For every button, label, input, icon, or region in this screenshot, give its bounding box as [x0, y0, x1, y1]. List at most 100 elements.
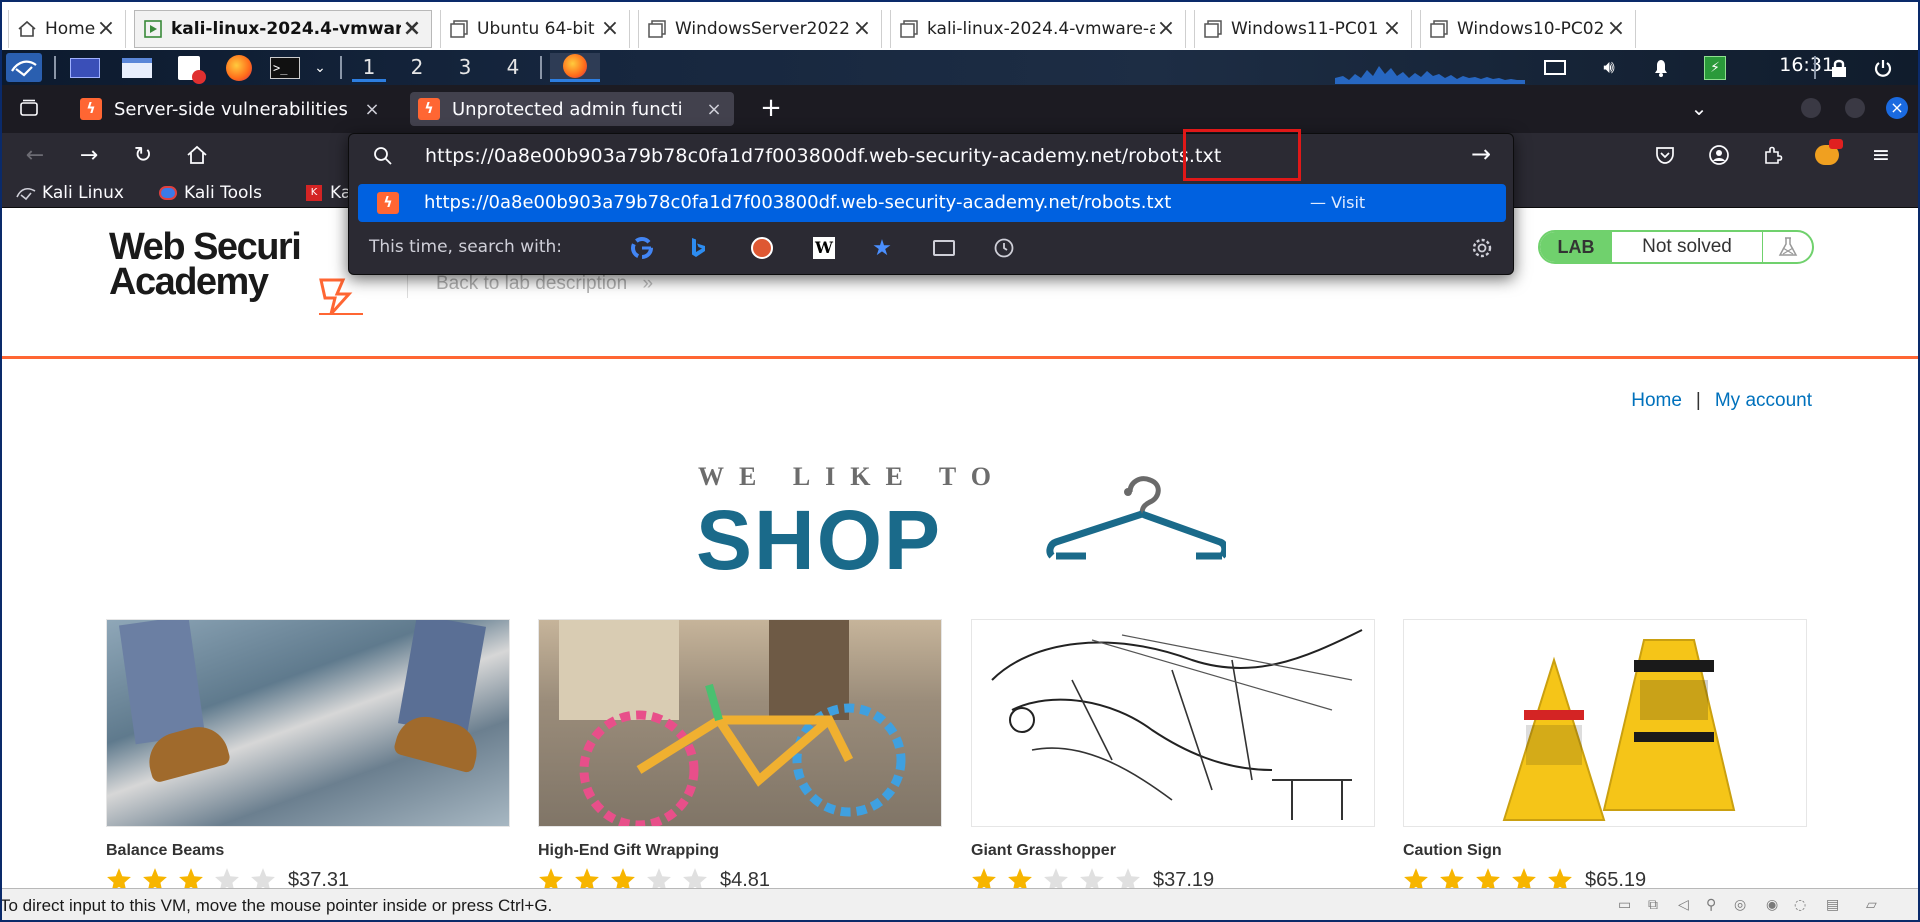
- maximize-window-icon[interactable]: [1838, 92, 1872, 124]
- product-image[interactable]: [106, 619, 510, 827]
- product-card[interactable]: Giant Grasshopper $37.19: [971, 619, 1375, 888]
- bookmark-kali-docs[interactable]: K Ka: [304, 181, 351, 205]
- workspace-3[interactable]: 3: [448, 53, 482, 82]
- star-filled-icon: [1512, 868, 1536, 888]
- wikipedia-icon[interactable]: W: [811, 235, 837, 261]
- bing-icon[interactable]: [685, 235, 711, 261]
- extensions-icon[interactable]: [1756, 139, 1790, 171]
- bookmark-kali-tools[interactable]: Kali Tools: [158, 181, 262, 205]
- firefox-window-button[interactable]: [550, 53, 600, 82]
- power-icon[interactable]: [1868, 53, 1898, 82]
- minimize-window-icon[interactable]: [1794, 92, 1828, 124]
- terminal-icon[interactable]: >_: [268, 53, 302, 82]
- back-to-lab-description-link[interactable]: Back to lab description »: [436, 273, 653, 295]
- address-bar-dropdown: https://0a8e00b903a79b78c0fa1d7f003800df…: [348, 129, 1515, 275]
- host-tab-ubuntu[interactable]: Ubuntu 64-bit ×: [440, 10, 630, 48]
- host-tab-kali[interactable]: kali-linux-2024.4-vmware-... ×: [134, 10, 432, 48]
- back-arrow-icon[interactable]: ←: [18, 139, 52, 171]
- text-editor-icon[interactable]: [172, 53, 206, 84]
- search-settings-gear-icon[interactable]: [1469, 235, 1495, 261]
- bluetooth-icon[interactable]: ◌: [1794, 897, 1814, 915]
- lab-status-badge: LAB Not solved: [1538, 230, 1814, 264]
- forward-arrow-icon[interactable]: →: [72, 139, 106, 171]
- star-empty-icon: [683, 868, 707, 888]
- cd-drive-icon[interactable]: ◉: [1766, 897, 1786, 915]
- panel-separator: [1814, 56, 1816, 79]
- web-security-academy-logo[interactable]: Web Securi Academy: [109, 226, 379, 316]
- close-icon[interactable]: ×: [95, 18, 117, 40]
- network-icon[interactable]: ⧉: [1648, 897, 1668, 915]
- product-card[interactable]: High-End Gift Wrapping $4.81: [538, 619, 942, 888]
- nav-my-account-link[interactable]: My account: [1715, 390, 1812, 411]
- foxyproxy-icon[interactable]: [1810, 139, 1844, 171]
- host-tab-label: Ubuntu 64-bit: [477, 19, 595, 39]
- close-icon[interactable]: ×: [851, 18, 873, 40]
- message-icon[interactable]: ▱: [1866, 897, 1886, 915]
- url-suggestion-row[interactable]: ϟ https://0a8e00b903a79b78c0fa1d7f003800…: [358, 184, 1506, 222]
- battery-icon[interactable]: ⚡: [1700, 53, 1730, 82]
- printer-icon[interactable]: ▤: [1826, 897, 1846, 915]
- product-card[interactable]: Balance Beams $37.31: [106, 619, 510, 888]
- chevron-down-icon[interactable]: ⌄: [308, 53, 332, 82]
- address-bar[interactable]: https://0a8e00b903a79b78c0fa1d7f003800df…: [349, 129, 1515, 181]
- usb-icon[interactable]: ⚲: [1706, 897, 1726, 915]
- firefox-tab-unprotected-admin[interactable]: ϟ Unprotected admin functi ×: [410, 92, 734, 126]
- product-name: High-End Gift Wrapping: [538, 842, 720, 859]
- close-icon[interactable]: ×: [1605, 18, 1627, 40]
- hard-disk-icon[interactable]: ▭: [1618, 897, 1638, 915]
- new-tab-button[interactable]: +: [754, 92, 788, 124]
- close-icon[interactable]: ×: [362, 99, 382, 120]
- workspace-1[interactable]: 1: [352, 53, 386, 82]
- sound-icon[interactable]: ◁: [1678, 897, 1698, 915]
- url-input[interactable]: https://0a8e00b903a79b78c0fa1d7f003800df…: [425, 145, 1221, 167]
- host-tab-home[interactable]: Home ×: [8, 10, 126, 48]
- back-link-text: Back to lab description: [436, 273, 628, 294]
- firefox-tab-server-side[interactable]: ϟ Server-side vulnerabilities ×: [72, 92, 392, 126]
- product-image[interactable]: [538, 619, 942, 827]
- network-activity-graph: [1335, 66, 1525, 84]
- history-clock-icon[interactable]: [991, 235, 1017, 261]
- host-tab-kali-am[interactable]: kali-linux-2024.4-vmware-am... ×: [890, 10, 1186, 48]
- tabs-icon[interactable]: [931, 235, 957, 261]
- close-window-icon[interactable]: ×: [1880, 92, 1914, 124]
- close-icon[interactable]: ×: [704, 99, 724, 120]
- home-icon[interactable]: [180, 139, 214, 171]
- product-card[interactable]: Caution Sign $65.19: [1403, 619, 1807, 888]
- google-icon[interactable]: [629, 235, 655, 261]
- portswigger-favicon-icon: ϟ: [80, 98, 102, 120]
- wireless-icon[interactable]: ◎: [1734, 897, 1754, 915]
- bookmarks-star-icon[interactable]: ★: [869, 235, 895, 261]
- nav-home-link[interactable]: Home: [1631, 390, 1682, 411]
- go-arrow-icon[interactable]: →: [1471, 140, 1491, 168]
- account-icon[interactable]: [1702, 139, 1736, 171]
- tab-list-icon[interactable]: [12, 92, 46, 124]
- close-icon[interactable]: ×: [1155, 18, 1177, 40]
- hamburger-menu-icon[interactable]: ≡: [1864, 139, 1898, 171]
- bell-icon[interactable]: [1646, 53, 1676, 82]
- chevron-down-icon[interactable]: ⌄: [1682, 92, 1716, 124]
- tab-label: Server-side vulnerabilities: [114, 98, 348, 120]
- host-tab-winserver[interactable]: WindowsServer2022 ×: [638, 10, 882, 48]
- duckduckgo-icon[interactable]: [749, 235, 775, 261]
- host-tab-label: kali-linux-2024.4-vmware-...: [171, 19, 401, 39]
- kali-menu-icon[interactable]: [6, 53, 42, 82]
- close-icon[interactable]: ×: [599, 18, 621, 40]
- web-page: Web Securi Academy Back to lab descripti…: [2, 208, 1918, 888]
- host-tab-win10[interactable]: Windows10-PC02 ×: [1420, 10, 1636, 48]
- product-image[interactable]: [971, 619, 1375, 827]
- workspace-2[interactable]: 2: [400, 53, 434, 82]
- bookmark-kali-linux[interactable]: Kali Linux: [16, 181, 124, 205]
- product-image[interactable]: [1403, 619, 1807, 827]
- volume-icon[interactable]: 🔊︎: [1594, 53, 1624, 82]
- display-icon[interactable]: [1540, 53, 1570, 82]
- show-desktop-icon[interactable]: [68, 53, 102, 82]
- file-manager-icon[interactable]: [120, 53, 154, 82]
- close-icon[interactable]: ×: [401, 18, 423, 40]
- firefox-launcher-icon[interactable]: [222, 53, 256, 82]
- pocket-icon[interactable]: [1648, 139, 1682, 171]
- workspace-4[interactable]: 4: [496, 53, 530, 82]
- lock-icon[interactable]: [1824, 53, 1854, 82]
- host-tab-win11[interactable]: Windows11-PC01 ×: [1194, 10, 1412, 48]
- close-icon[interactable]: ×: [1381, 18, 1403, 40]
- reload-icon[interactable]: ↻: [126, 139, 160, 171]
